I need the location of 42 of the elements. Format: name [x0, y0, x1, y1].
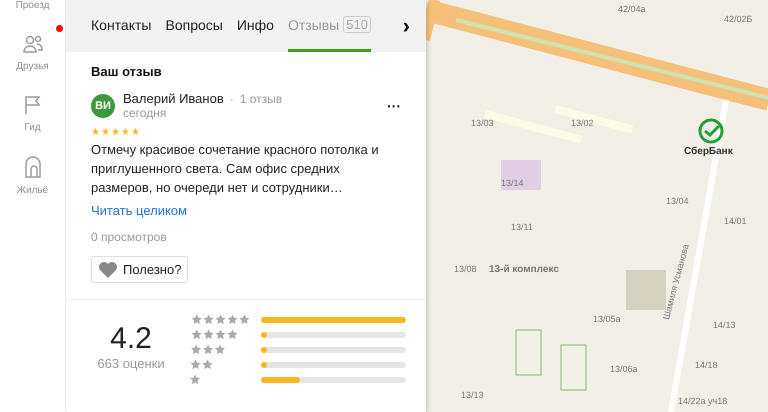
- ratings-count: 663 оценки: [97, 356, 165, 371]
- more-button[interactable]: ···: [387, 98, 401, 114]
- review-stars: ★★★★★: [91, 128, 141, 138]
- avatar: ВИ: [91, 94, 115, 118]
- house-number-label: 13/06а: [610, 364, 638, 374]
- district-label: 13-й комплекс: [489, 264, 559, 275]
- read-more-link[interactable]: Читать целиком: [91, 203, 401, 218]
- people-icon: [22, 33, 44, 55]
- house-number-label: 42/02Б: [724, 14, 752, 24]
- useful-button[interactable]: Полезно?: [91, 256, 188, 283]
- review-date: сегодня: [123, 106, 168, 120]
- star-group-icon: [189, 359, 215, 370]
- author-name[interactable]: Валерий Иванов: [123, 91, 224, 106]
- house-number-label: 14/13: [713, 320, 736, 330]
- bank-logo-icon: [698, 118, 724, 144]
- house-number-label: 13/02: [571, 118, 594, 128]
- separator-dot: ·: [230, 92, 234, 106]
- house-number-label: 13/04: [666, 196, 689, 206]
- house-number-label: 13/11: [511, 222, 533, 232]
- house-number-label: 13/05а: [593, 314, 621, 324]
- views-count: 0 просмотров: [91, 230, 168, 244]
- house-number-label: 14/01: [724, 216, 747, 226]
- star-group-icon: [189, 374, 202, 385]
- heart-icon: [98, 261, 118, 278]
- house-number-label: 14/22а уч18: [678, 396, 728, 406]
- tab[interactable]: Инфо: [236, 0, 274, 52]
- house-number-label: 42/04а: [618, 4, 646, 14]
- next-tabs-button[interactable]: ›: [398, 0, 414, 52]
- house-number-label: 13/03: [471, 118, 494, 128]
- section-title: Ваш отзыв: [91, 64, 163, 79]
- author-review-count: 1 отзыв: [240, 92, 282, 106]
- house-number-label: 13/14: [501, 178, 524, 188]
- tab[interactable]: Вопросы: [165, 0, 223, 52]
- house-number-label: 13/13: [461, 390, 484, 400]
- review-text: Отмечу красивое сочетание красного потолка и приглушенного света. Сам офис средних размеров, но очереди нет и сотрудники…: [91, 141, 380, 197]
- house-number-label: 14/18: [695, 360, 718, 370]
- rating-value: 4.2: [110, 322, 152, 356]
- review-count: 510: [343, 16, 371, 33]
- star-group-icon: [189, 344, 228, 355]
- house-number-label: 13/08: [454, 264, 477, 274]
- tab[interactable]: Контакты: [91, 0, 152, 52]
- poi-label[interactable]: СберБанк: [684, 146, 733, 157]
